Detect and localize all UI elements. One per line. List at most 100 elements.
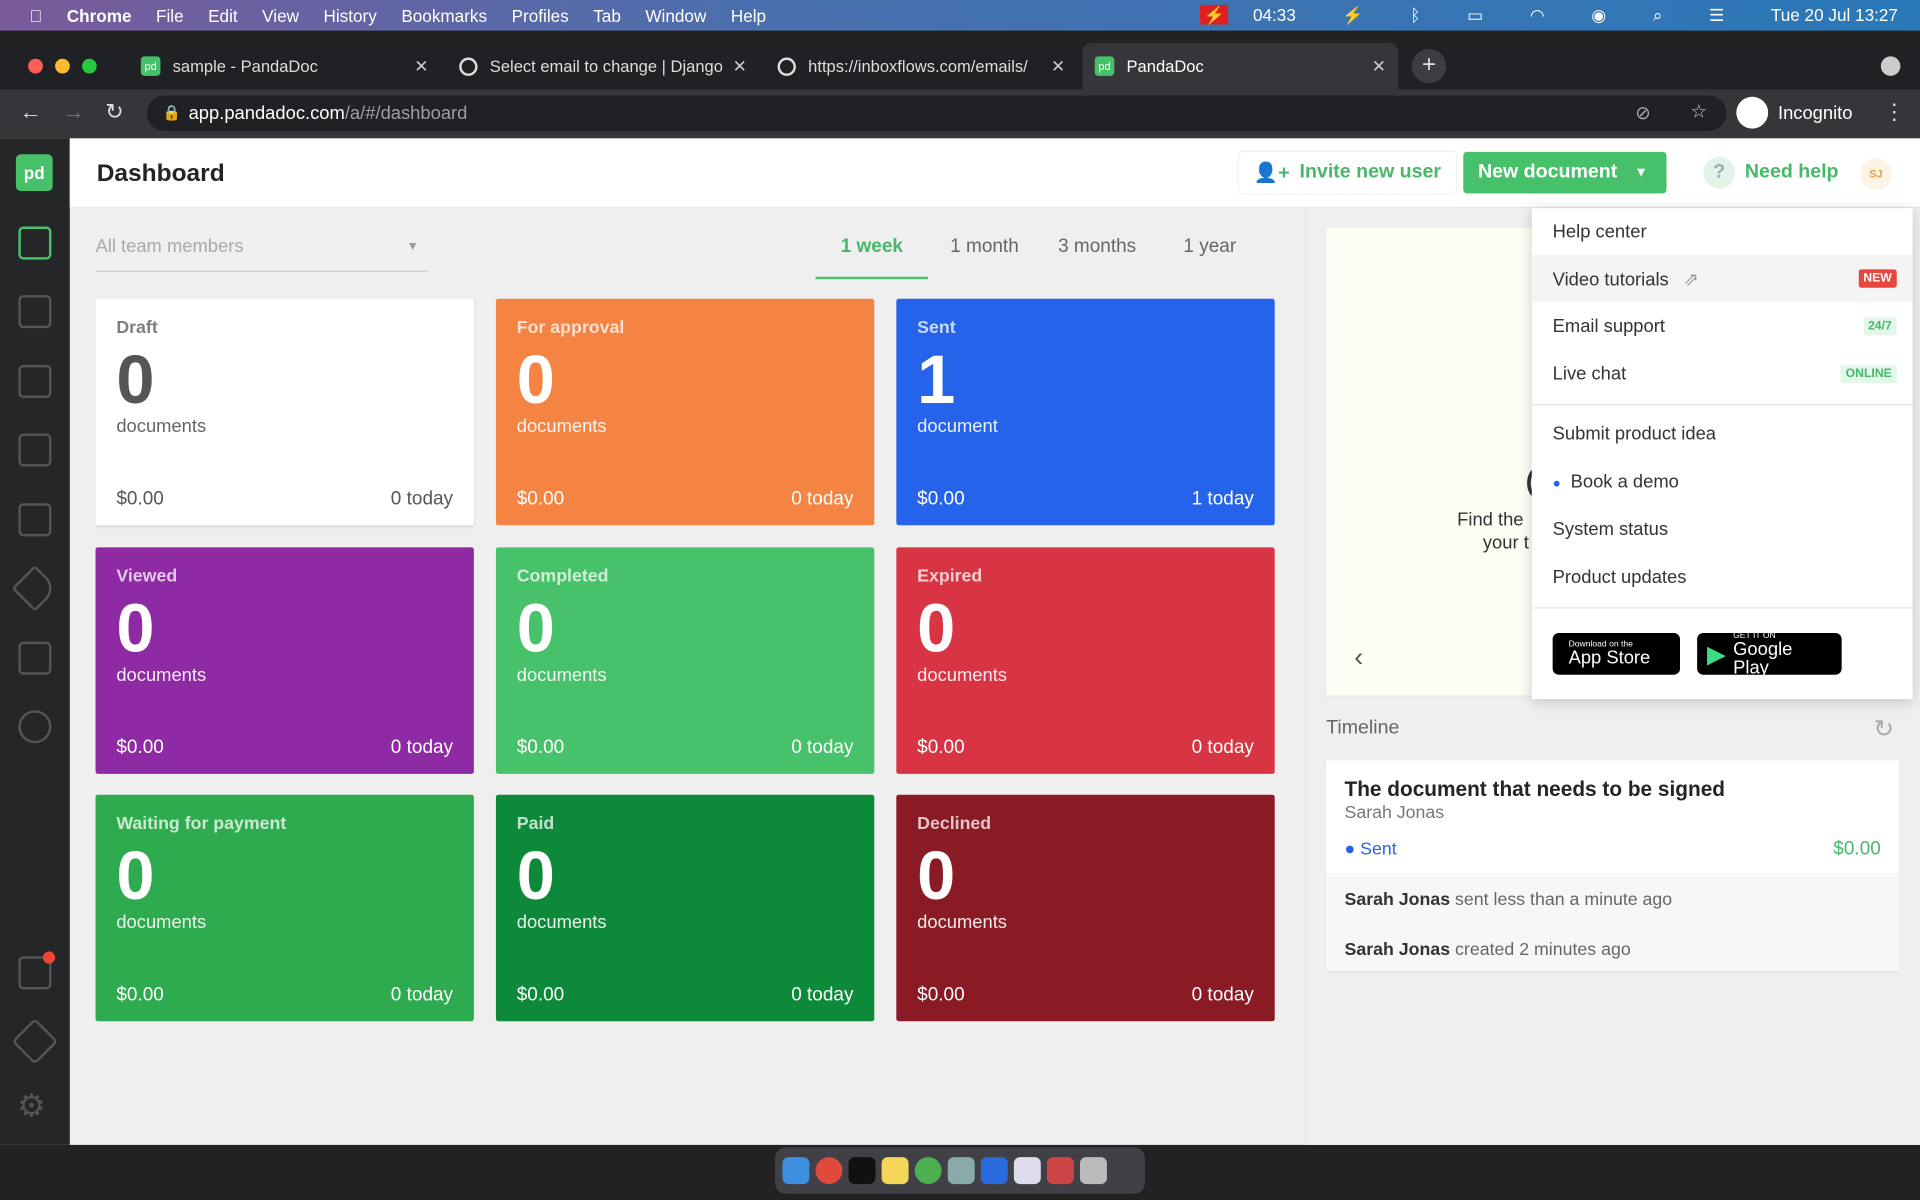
status-card-draft[interactable]: Draft 0 documents $0.00 0 today [95,298,474,526]
status-card-declined[interactable]: Declined 0 documents $0.00 0 today [896,794,1275,1022]
reload-icon[interactable]: ↻ [105,99,123,125]
need-help-button[interactable]: ? Need help [1689,152,1854,194]
star-icon[interactable]: ☆ [1690,100,1706,123]
clock[interactable]: Tue 20 Jul 13:27 [1771,5,1898,26]
timer-status[interactable]: ⚡ 04:33 [1199,4,1296,26]
eye-off-icon[interactable]: ⊘ [1635,102,1650,124]
timeline-card[interactable]: The document that needs to be signed Sar… [1326,760,1900,972]
status-card-viewed[interactable]: Viewed 0 documents $0.00 0 today [95,547,474,774]
menu-help[interactable]: Help [731,6,766,26]
menu-bookmarks[interactable]: Bookmarks [401,6,487,26]
menu-email-support[interactable]: Email support 24/7 [1532,302,1913,350]
app-icon[interactable] [980,1157,1008,1185]
folder-icon[interactable] [1013,1157,1041,1185]
menu-video-tutorials[interactable]: Video tutorials ⇗ NEW [1531,254,1913,303]
tab-1-year[interactable]: 1 year [1153,236,1266,279]
tab-3-months[interactable]: 3 months [1041,236,1154,279]
carousel-prev-icon[interactable]: ‹ [1354,642,1363,674]
close-tab-icon[interactable]: ✕ [414,56,428,77]
card-today: 0 today [390,984,454,1006]
menu-book-demo[interactable]: ● Book a demo [1532,458,1913,506]
documents-icon[interactable] [18,295,52,329]
menu-file[interactable]: File [156,6,184,26]
finder-icon[interactable] [782,1157,810,1185]
reports-icon[interactable] [18,710,52,744]
menu-live-chat[interactable]: Live chat ONLINE [1532,350,1913,398]
forward-icon[interactable]: → [62,99,84,125]
invite-user-button[interactable]: 👤+ Invite new user [1239,151,1456,194]
app-icon[interactable] [1046,1157,1074,1185]
app-icon[interactable] [914,1157,942,1185]
menu-edit[interactable]: Edit [208,6,238,26]
window-maximize[interactable] [82,58,97,74]
url-host: app.pandadoc.com [188,102,345,124]
menu-submit-idea[interactable]: Submit product idea [1532,410,1913,458]
incognito-button[interactable]: Incognito [1736,96,1853,129]
close-tab-icon[interactable]: ✕ [1051,56,1065,77]
menu-help-center[interactable]: Help center [1532,208,1913,256]
avatar[interactable]: SJ [1860,157,1892,190]
refresh-icon[interactable]: ↻ [1873,714,1894,745]
close-tab-icon[interactable]: ✕ [1372,56,1386,77]
apple-icon[interactable]:  [29,6,42,26]
catalog-icon[interactable] [11,564,59,612]
window-close[interactable] [28,58,43,74]
new-document-button[interactable]: New document ▼ [1463,151,1667,194]
card-label: Paid [516,814,555,834]
tab-sample-pandadoc[interactable]: pd sample - PandaDoc ✕ [129,43,441,90]
card-label: Expired [917,566,983,587]
battery-icon[interactable]: ▭ [1467,5,1483,26]
status-card-for-approval[interactable]: For approval 0 documents $0.00 0 today [495,298,875,526]
menu-window[interactable]: Window [645,6,706,26]
settings-icon[interactable]: ⚙ [17,1087,46,1125]
menu-tab[interactable]: Tab [593,6,621,26]
tab-django[interactable]: Select email to change | Django ✕ [447,43,759,90]
chrome-icon[interactable] [815,1157,843,1185]
contacts-icon[interactable] [18,641,52,675]
dashboard-icon[interactable] [18,226,52,260]
status-card-completed[interactable]: Completed 0 documents $0.00 0 today [495,547,875,774]
terminal-icon[interactable] [848,1157,876,1185]
notification-dot [42,951,56,964]
user-icon[interactable]: ◉ [1591,5,1606,26]
tab-search-icon[interactable] [1880,56,1901,76]
status-card-waiting-for-payment[interactable]: Waiting for payment 0 documents $0.00 0 toda… [95,794,474,1022]
menu-system-status[interactable]: System status [1532,506,1913,554]
integrations-icon[interactable] [11,1018,59,1065]
bolt-icon[interactable]: ⚡ [1342,5,1363,26]
document-title[interactable]: The document that needs to be signed [1344,778,1725,802]
wifi-icon[interactable]: ◠ [1530,5,1545,26]
window-minimize[interactable] [55,58,70,74]
notes-icon[interactable] [881,1157,909,1185]
tab-pandadoc[interactable]: pd PandaDoc ✕ [1082,42,1399,90]
status-card-sent[interactable]: Sent 1 document $0.00 1 today [896,298,1275,526]
templates-icon[interactable] [18,364,52,398]
app-icon[interactable] [947,1157,975,1185]
menu-app[interactable]: Chrome [67,6,132,26]
tab-1-week[interactable]: 1 week [815,236,929,280]
new-tab-button[interactable]: + [1411,48,1447,84]
pandadoc-logo[interactable]: pd [15,154,53,192]
menu-profiles[interactable]: Profiles [512,6,569,26]
trash-icon[interactable] [1080,1157,1107,1185]
team-member-select[interactable]: All team members ▼ [95,236,429,272]
menu-history[interactable]: History [323,6,376,26]
control-center-icon[interactable]: ☰ [1709,5,1724,26]
kebab-menu-icon[interactable]: ⋮ [1883,99,1905,125]
tab-inboxflows[interactable]: https://inboxflows.com/emails/ ✕ [765,43,1077,90]
close-tab-icon[interactable]: ✕ [733,56,747,77]
bluetooth-icon[interactable]: ᛒ [1410,5,1420,26]
forms-icon[interactable] [18,433,52,467]
menu-view[interactable]: View [262,6,299,26]
card-label: Waiting for payment [116,814,287,834]
search-icon[interactable]: ⌕ [1653,5,1663,26]
status-card-expired[interactable]: Expired 0 documents $0.00 0 today [896,547,1275,774]
back-icon[interactable]: ← [20,99,42,125]
tab-1-month[interactable]: 1 month [928,236,1041,279]
menu-product-updates[interactable]: Product updates [1532,553,1913,601]
content-library-icon[interactable] [18,503,52,537]
google-play-button[interactable]: ▶ GET IT ON Google Play [1697,631,1842,677]
address-bar[interactable]: 🔒 app.pandadoc.com/a/#/dashboard ⊘ ☆ [146,95,1727,132]
status-card-paid[interactable]: Paid 0 documents $0.00 0 today [495,794,875,1022]
app-store-button[interactable]: Download on the App Store [1552,633,1681,675]
